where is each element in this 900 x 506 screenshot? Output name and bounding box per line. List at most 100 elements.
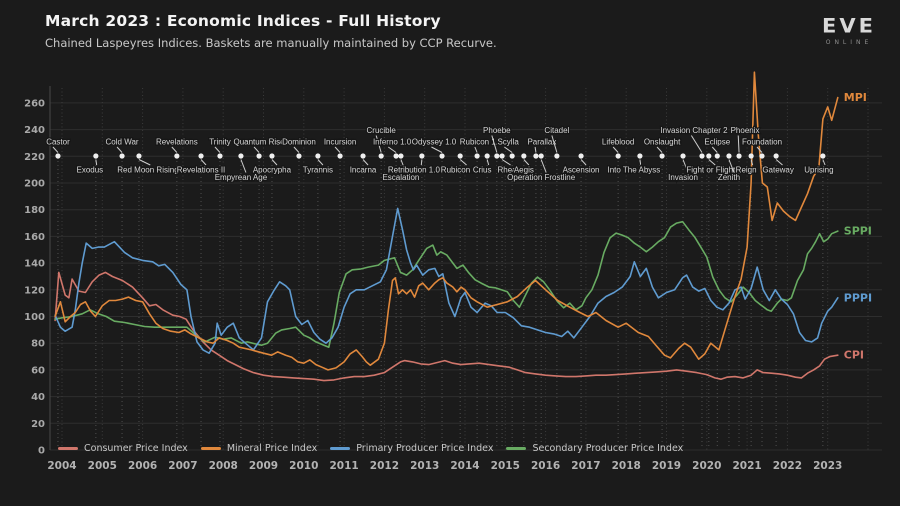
annotation-dot [554,153,560,159]
annotation-connector [612,146,619,153]
annotation-connector [639,159,642,166]
legend-swatch-pppi [330,447,351,450]
annotation-dot [315,153,321,159]
annotation-dot [533,153,539,159]
annotation-dot [494,153,500,159]
annotation-dot [256,153,262,159]
annotation-label: Eclipse [704,138,730,147]
annotation-label: Exodus [77,166,104,175]
annotation-label: Castor [46,138,70,147]
annotation-connector [240,159,247,173]
y-axis-tick-label: 200 [24,179,45,190]
x-axis-tick-label: 2011 [329,460,358,472]
annotation-label: Gateway [762,166,794,175]
annotation-connector [293,146,300,153]
annotation-label: Into The Abyss [608,166,661,175]
y-axis-tick-label: 0 [38,446,45,457]
y-axis-tick-label: 220 [24,152,45,163]
annotation-dot [509,153,515,159]
annotation-label: Crius [473,166,492,175]
x-axis-tick-label: 2005 [88,460,117,472]
x-axis-tick-label: 2017 [571,460,600,472]
x-axis-tick-label: 2019 [652,460,681,472]
legend: Consumer Price Index Mineral Price Index P… [58,443,683,454]
annotation-connector [171,146,178,153]
annotation-label: Cold War [106,138,139,147]
annotation-dot [615,153,621,159]
annotation-dot [538,153,544,159]
x-axis-tick-label: 2004 [47,460,76,472]
y-axis-tick-label: 80 [31,339,45,350]
annotation-dot [238,153,244,159]
annotation-label: Ascension [563,166,600,175]
chart-header: March 2023 : Economic Indices - Full His… [45,12,497,50]
annotation-label: Reign [736,166,757,175]
annotation-label: Onslaught [644,138,681,147]
x-axis-tick-label: 2018 [612,460,641,472]
x-axis-tick-label: 2008 [209,460,238,472]
annotation-dot [736,153,742,159]
page-title: March 2023 : Economic Indices - Full His… [45,12,441,30]
legend-label-mpi: Mineral Price Index [226,443,318,454]
eve-logo-subtext: ONLINE [825,39,873,46]
annotation-connector [580,159,587,166]
annotation-dot [93,153,99,159]
legend-swatch-cpi [58,447,78,450]
legend-item-sppi: Secondary Producer Price Index [506,443,683,454]
annotation-dot [337,153,343,159]
series-tag-sppi: SPPI [844,225,872,238]
annotation-label: Dominion [282,138,316,147]
page-subtitle: Chained Laspeyres Indices. Baskets are m… [45,36,497,50]
annotation-connector [95,159,98,166]
annotation-connector [459,159,467,166]
annotation-label: Lifeblood [602,138,634,147]
annotation-dot [820,153,826,159]
x-axis-tick-label: 2022 [773,460,802,472]
annotation-dot [659,153,665,159]
annotation-dot [773,153,779,159]
annotation-label: Red Moon Rising [117,166,178,175]
annotation-label: Scylla [497,138,519,147]
annotation-dot [419,153,425,159]
y-axis-tick-label: 240 [24,125,45,136]
annotation-label: Phoenix [731,126,760,135]
x-axis-tick-label: 2021 [732,460,761,472]
series-line-mpi [54,71,839,371]
annotation-dot [198,153,204,159]
annotation-label: Phoebe [483,126,511,135]
annotation-label: Parallax [527,138,556,147]
series-tag-mpi: MPI [844,91,867,104]
legend-item-cpi: Consumer Price Index [58,443,188,454]
annotation-label: Odyssey 1.0 [412,138,457,147]
y-axis-tick-label: 140 [24,259,45,270]
annotation-dot [55,153,61,159]
annotation-connector [486,159,490,166]
legend-swatch-sppi [506,447,527,450]
eve-logo-text: EVE [822,15,876,38]
annotation-connector [822,159,826,166]
legend-item-mpi: Mineral Price Index [200,443,318,454]
annotation-connector [253,146,260,153]
annotation-dot [378,153,384,159]
annotation-connector [420,159,423,166]
annotation-dot [119,153,125,159]
y-axis-tick-label: 60 [31,365,45,376]
annotation-dot [637,153,643,159]
annotation-label: Incarna [350,166,377,175]
annotation-label: Uprising [804,166,833,175]
annotation-connector [523,159,530,166]
annotation-connector [214,146,221,153]
annotation-dot [217,153,223,159]
annotation-connector [474,146,478,153]
x-axis-tick-label: 2012 [370,460,399,472]
annotation-dot [136,153,142,159]
annotation-dot [499,153,505,159]
legend-label-cpi: Consumer Price Index [84,443,188,454]
x-axis-tick-label: 2007 [168,460,197,472]
annotation-label: Inferno 1.0 [373,138,412,147]
mer-indices-chart-page: 0 20 40 60 80 100 120 140 160 180 200 220 240 260 2004… [0,0,900,506]
x-axis-tick-label: 2023 [813,460,842,472]
y-axis-tick-label: 20 [31,419,45,430]
annotation-connector [52,146,59,153]
annotation-connector [711,146,718,153]
